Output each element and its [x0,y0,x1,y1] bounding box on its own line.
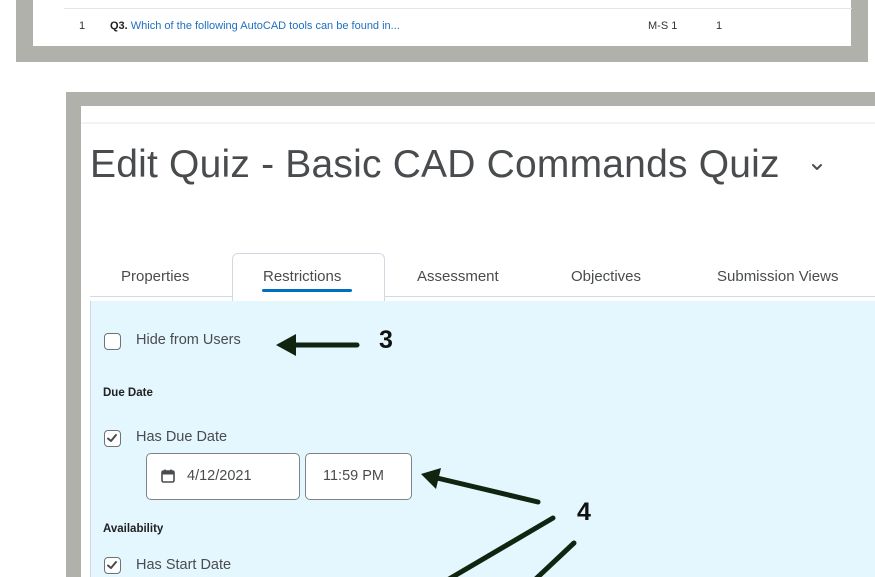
arrow-callout-4-time [421,468,541,505]
callout-number-4: 4 [577,498,591,526]
callout-number-3: 3 [379,326,393,354]
annotation-arrows [276,334,577,577]
arrow-callout-3 [276,334,360,356]
arrow-callout-4-start [447,515,577,577]
